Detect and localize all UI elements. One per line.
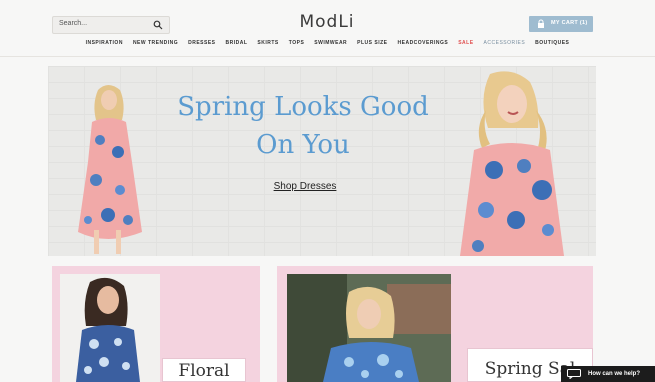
spring-sale-promo-card[interactable]: Spring Sal xyxy=(277,266,593,382)
hero-headline-line-1: Spring Looks Good xyxy=(177,92,429,122)
floral-model-image xyxy=(60,274,160,382)
cart-label: MY CART (1) xyxy=(551,20,588,26)
floral-promo-card[interactable]: Floral xyxy=(52,266,260,382)
hero-headline-line-2: On You xyxy=(256,130,350,160)
page: Search... ModLi MY CART (1) INSPIRATION N… xyxy=(0,0,655,382)
lock-icon xyxy=(538,19,544,28)
floral-label-box: Floral xyxy=(162,358,246,382)
search-input[interactable]: Search... xyxy=(52,16,170,34)
header-divider xyxy=(0,56,655,57)
nav-item-boutiques[interactable]: BOUTIQUES xyxy=(535,40,569,46)
shop-dresses-link[interactable]: Shop Dresses xyxy=(260,181,350,192)
nav-item-new-trending[interactable]: NEW TRENDING xyxy=(133,40,178,46)
nav-item-dresses[interactable]: DRESSES xyxy=(188,40,215,46)
nav-item-skirts[interactable]: SKIRTS xyxy=(257,40,278,46)
floral-label: Floral xyxy=(178,361,230,381)
nav-item-tops[interactable]: TOPS xyxy=(289,40,305,46)
main-nav: INSPIRATION NEW TRENDING DRESSES BRIDAL SKIR… xyxy=(0,40,655,46)
nav-item-bridal[interactable]: BRIDAL xyxy=(226,40,248,46)
help-chat-button[interactable]: How can we help? xyxy=(561,366,655,382)
nav-item-accessories[interactable]: ACCESSORIES xyxy=(484,40,526,46)
site-logo[interactable]: ModLi xyxy=(282,12,372,32)
nav-item-headcoverings[interactable]: HEADCOVERINGS xyxy=(398,40,449,46)
nav-item-inspiration[interactable]: INSPIRATION xyxy=(86,40,123,46)
search-icon[interactable] xyxy=(153,20,163,30)
spring-sale-model-image xyxy=(287,274,451,382)
cart-button[interactable]: MY CART (1) xyxy=(529,16,593,32)
chat-bubble-icon xyxy=(567,369,581,379)
nav-item-plus-size[interactable]: PLUS SIZE xyxy=(357,40,387,46)
hero-banner[interactable]: Spring Looks Good On You Shop Dresses xyxy=(48,66,596,256)
search-placeholder: Search... xyxy=(59,20,88,27)
hero-model-right-image xyxy=(460,71,564,256)
nav-item-swimwear[interactable]: SWIMWEAR xyxy=(314,40,347,46)
hero-model-left-image xyxy=(78,85,142,254)
nav-item-sale[interactable]: SALE xyxy=(458,40,473,46)
help-chat-label: How can we help? xyxy=(588,371,641,377)
